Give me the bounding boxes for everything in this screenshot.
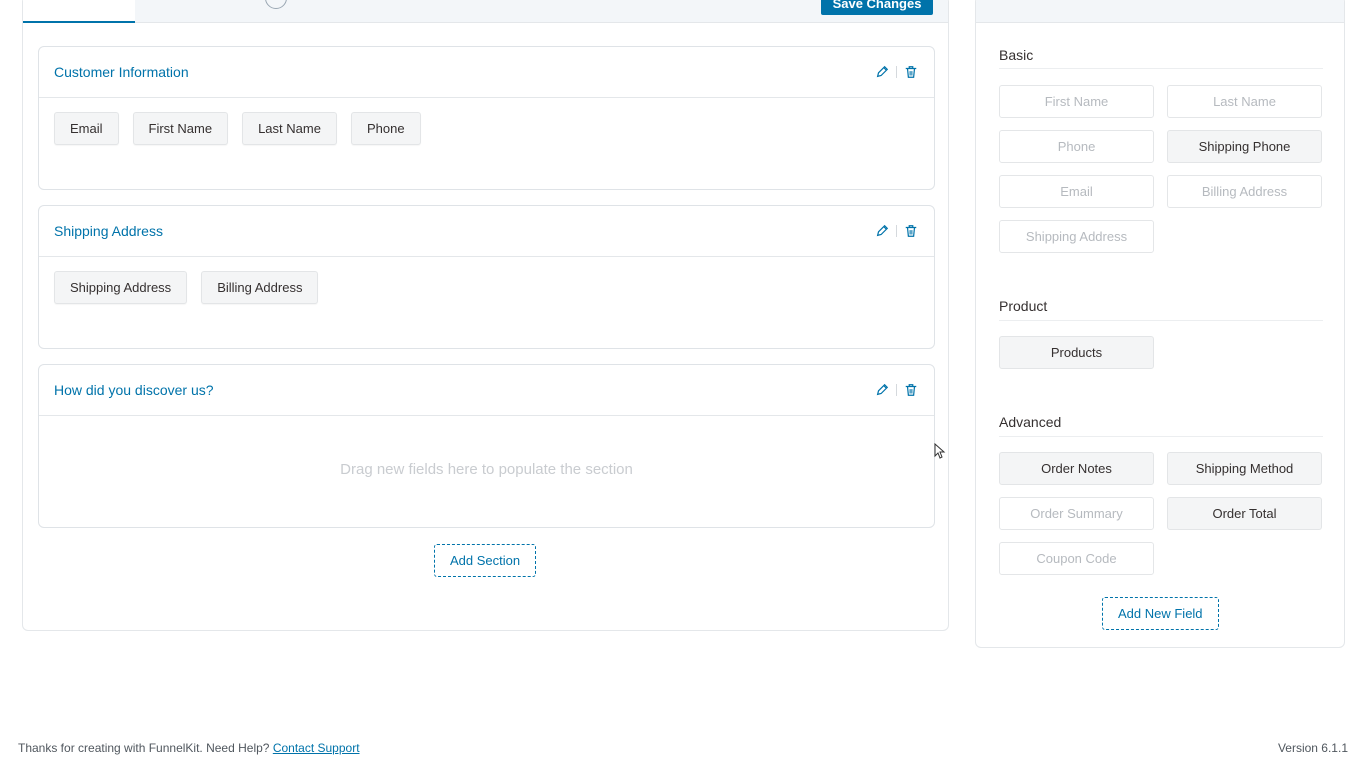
- field-chip[interactable]: Last Name: [242, 112, 337, 145]
- trash-icon[interactable]: [903, 64, 919, 80]
- group-title-product: Product: [999, 298, 1048, 314]
- tab-indicator-icon: [265, 0, 287, 9]
- add-section-button[interactable]: Add Section: [434, 544, 537, 577]
- field-chip[interactable]: Email: [54, 112, 119, 145]
- add-new-field-button[interactable]: Add New Field: [1102, 597, 1219, 630]
- action-separator: [896, 225, 897, 237]
- section-fields: Shipping Address Billing Address: [39, 257, 934, 318]
- fields-panel: Basic First Name Last Name Phone Shippin…: [975, 0, 1345, 648]
- section-title: Shipping Address: [54, 223, 163, 239]
- group-divider: [999, 68, 1323, 69]
- field-option[interactable]: Phone: [999, 130, 1154, 163]
- field-option[interactable]: Email: [999, 175, 1154, 208]
- edit-pencil-icon[interactable]: [874, 382, 890, 398]
- section-header: Shipping Address: [39, 206, 934, 257]
- save-changes-button[interactable]: Save Changes: [821, 0, 933, 15]
- field-option[interactable]: Shipping Address: [999, 220, 1154, 253]
- section-fields: Email First Name Last Name Phone: [39, 98, 934, 159]
- edit-pencil-icon[interactable]: [874, 64, 890, 80]
- field-option[interactable]: Order Summary: [999, 497, 1154, 530]
- form-section: Customer Information Email First Name La…: [38, 46, 935, 190]
- field-option[interactable]: Shipping Phone: [1167, 130, 1322, 163]
- drop-zone-hint[interactable]: Drag new fields here to populate the sec…: [39, 461, 934, 478]
- contact-support-link[interactable]: Contact Support: [273, 741, 360, 755]
- field-option[interactable]: Coupon Code: [999, 542, 1154, 575]
- field-chip[interactable]: Shipping Address: [54, 271, 188, 304]
- field-chip[interactable]: Billing Address: [201, 271, 319, 304]
- field-option[interactable]: First Name: [999, 85, 1154, 118]
- field-option[interactable]: Last Name: [1167, 85, 1322, 118]
- version-label: Version 6.1.1: [1277, 741, 1348, 755]
- group-title-advanced: Advanced: [999, 414, 1062, 430]
- fields-panel-header: [976, 0, 1344, 23]
- field-option[interactable]: Billing Address: [1167, 175, 1322, 208]
- section-title: Customer Information: [54, 64, 189, 80]
- form-section: Shipping Address Shipping Address Billin…: [38, 205, 935, 349]
- trash-icon[interactable]: [903, 223, 919, 239]
- edit-pencil-icon[interactable]: [874, 223, 890, 239]
- mouse-cursor-icon: [934, 443, 946, 459]
- field-option[interactable]: Shipping Method: [1167, 452, 1322, 485]
- field-option[interactable]: Order Total: [1167, 497, 1322, 530]
- action-separator: [896, 384, 897, 396]
- section-header: How did you discover us?: [39, 365, 934, 416]
- builder-tab-bar: Save Changes: [23, 0, 948, 23]
- group-title-basic: Basic: [999, 47, 1034, 63]
- field-option[interactable]: Order Notes: [999, 452, 1154, 485]
- footer-text: Thanks for creating with FunnelKit. Need…: [18, 741, 270, 755]
- field-chip[interactable]: First Name: [132, 112, 229, 145]
- group-divider: [999, 436, 1323, 437]
- field-option[interactable]: Products: [999, 336, 1154, 369]
- section-actions: [874, 382, 919, 398]
- trash-icon[interactable]: [903, 382, 919, 398]
- section-actions: [874, 64, 919, 80]
- tab-active[interactable]: [23, 0, 135, 23]
- form-section: How did you discover us? Drag new fields…: [38, 364, 935, 528]
- action-separator: [896, 66, 897, 78]
- section-header: Customer Information: [39, 47, 934, 98]
- section-title: How did you discover us?: [54, 382, 214, 398]
- form-builder-panel: Save Changes Customer Information Email …: [22, 0, 949, 631]
- field-chip[interactable]: Phone: [350, 112, 421, 145]
- footer-credit: Thanks for creating with FunnelKit. Need…: [18, 741, 360, 755]
- section-actions: [874, 223, 919, 239]
- group-divider: [999, 320, 1323, 321]
